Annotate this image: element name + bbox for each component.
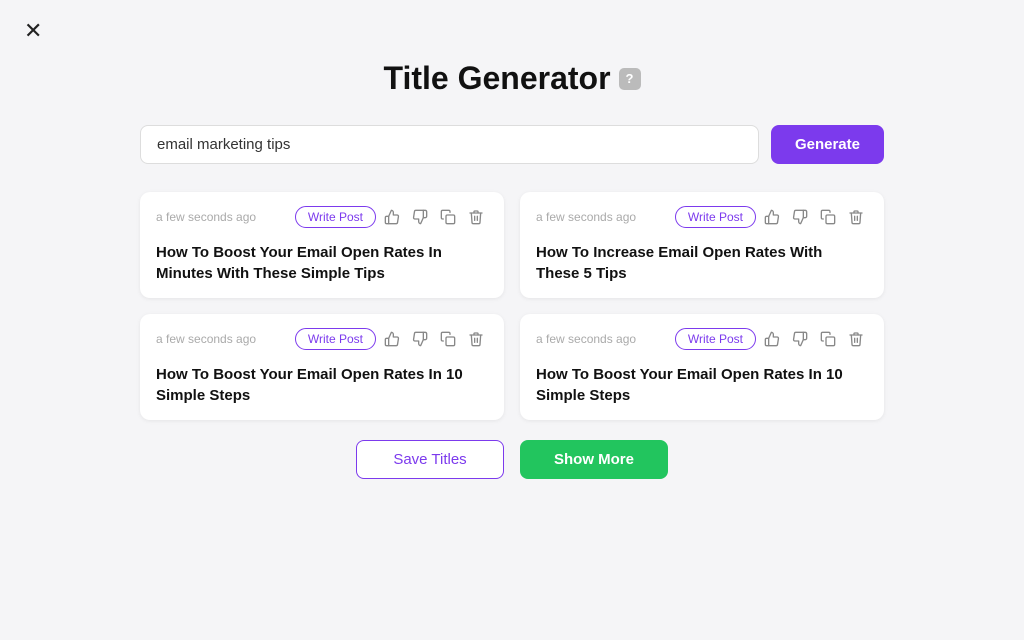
thumbs-down-button[interactable]	[788, 329, 812, 349]
save-titles-button[interactable]: Save Titles	[356, 440, 504, 479]
thumbs-up-button[interactable]	[760, 329, 784, 349]
copy-button[interactable]	[436, 207, 460, 227]
card-header: a few seconds ago Write Post	[156, 328, 488, 350]
thumbs-up-button[interactable]	[380, 329, 404, 349]
page-title: Title Generator	[383, 60, 610, 97]
card-actions: Write Post	[675, 206, 868, 228]
card-title: How To Boost Your Email Open Rates In 10…	[536, 364, 868, 406]
page-header: Title Generator ?	[0, 0, 1024, 97]
write-post-button[interactable]: Write Post	[295, 328, 376, 350]
card-header: a few seconds ago Write Post	[536, 328, 868, 350]
delete-button[interactable]	[464, 329, 488, 349]
cards-grid: a few seconds ago Write Post	[0, 192, 1024, 420]
card-2: a few seconds ago Write Post	[520, 192, 884, 298]
card-title: How To Boost Your Email Open Rates In Mi…	[156, 242, 488, 284]
thumbs-down-button[interactable]	[408, 207, 432, 227]
thumbs-down-button[interactable]	[788, 207, 812, 227]
write-post-button[interactable]: Write Post	[675, 206, 756, 228]
card-4: a few seconds ago Write Post	[520, 314, 884, 420]
write-post-button[interactable]: Write Post	[295, 206, 376, 228]
card-header: a few seconds ago Write Post	[156, 206, 488, 228]
close-button[interactable]: ✕	[24, 20, 42, 42]
card-meta: a few seconds ago	[156, 332, 256, 346]
show-more-button[interactable]: Show More	[520, 440, 668, 479]
card-actions: Write Post	[675, 328, 868, 350]
card-actions: Write Post	[295, 206, 488, 228]
thumbs-up-button[interactable]	[380, 207, 404, 227]
card-actions: Write Post	[295, 328, 488, 350]
thumbs-up-button[interactable]	[760, 207, 784, 227]
bottom-actions: Save Titles Show More	[0, 440, 1024, 479]
card-1: a few seconds ago Write Post	[140, 192, 504, 298]
help-badge[interactable]: ?	[619, 68, 641, 90]
delete-button[interactable]	[844, 207, 868, 227]
card-meta: a few seconds ago	[156, 210, 256, 224]
generate-button[interactable]: Generate	[771, 125, 884, 164]
thumbs-down-button[interactable]	[408, 329, 432, 349]
copy-button[interactable]	[816, 329, 840, 349]
search-bar: Generate	[0, 125, 1024, 164]
write-post-button[interactable]: Write Post	[675, 328, 756, 350]
copy-button[interactable]	[816, 207, 840, 227]
card-meta: a few seconds ago	[536, 210, 636, 224]
card-header: a few seconds ago Write Post	[536, 206, 868, 228]
card-meta: a few seconds ago	[536, 332, 636, 346]
card-title: How To Increase Email Open Rates With Th…	[536, 242, 868, 284]
card-title: How To Boost Your Email Open Rates In 10…	[156, 364, 488, 406]
card-3: a few seconds ago Write Post	[140, 314, 504, 420]
search-input[interactable]	[140, 125, 759, 164]
copy-button[interactable]	[436, 329, 460, 349]
delete-button[interactable]	[844, 329, 868, 349]
delete-button[interactable]	[464, 207, 488, 227]
